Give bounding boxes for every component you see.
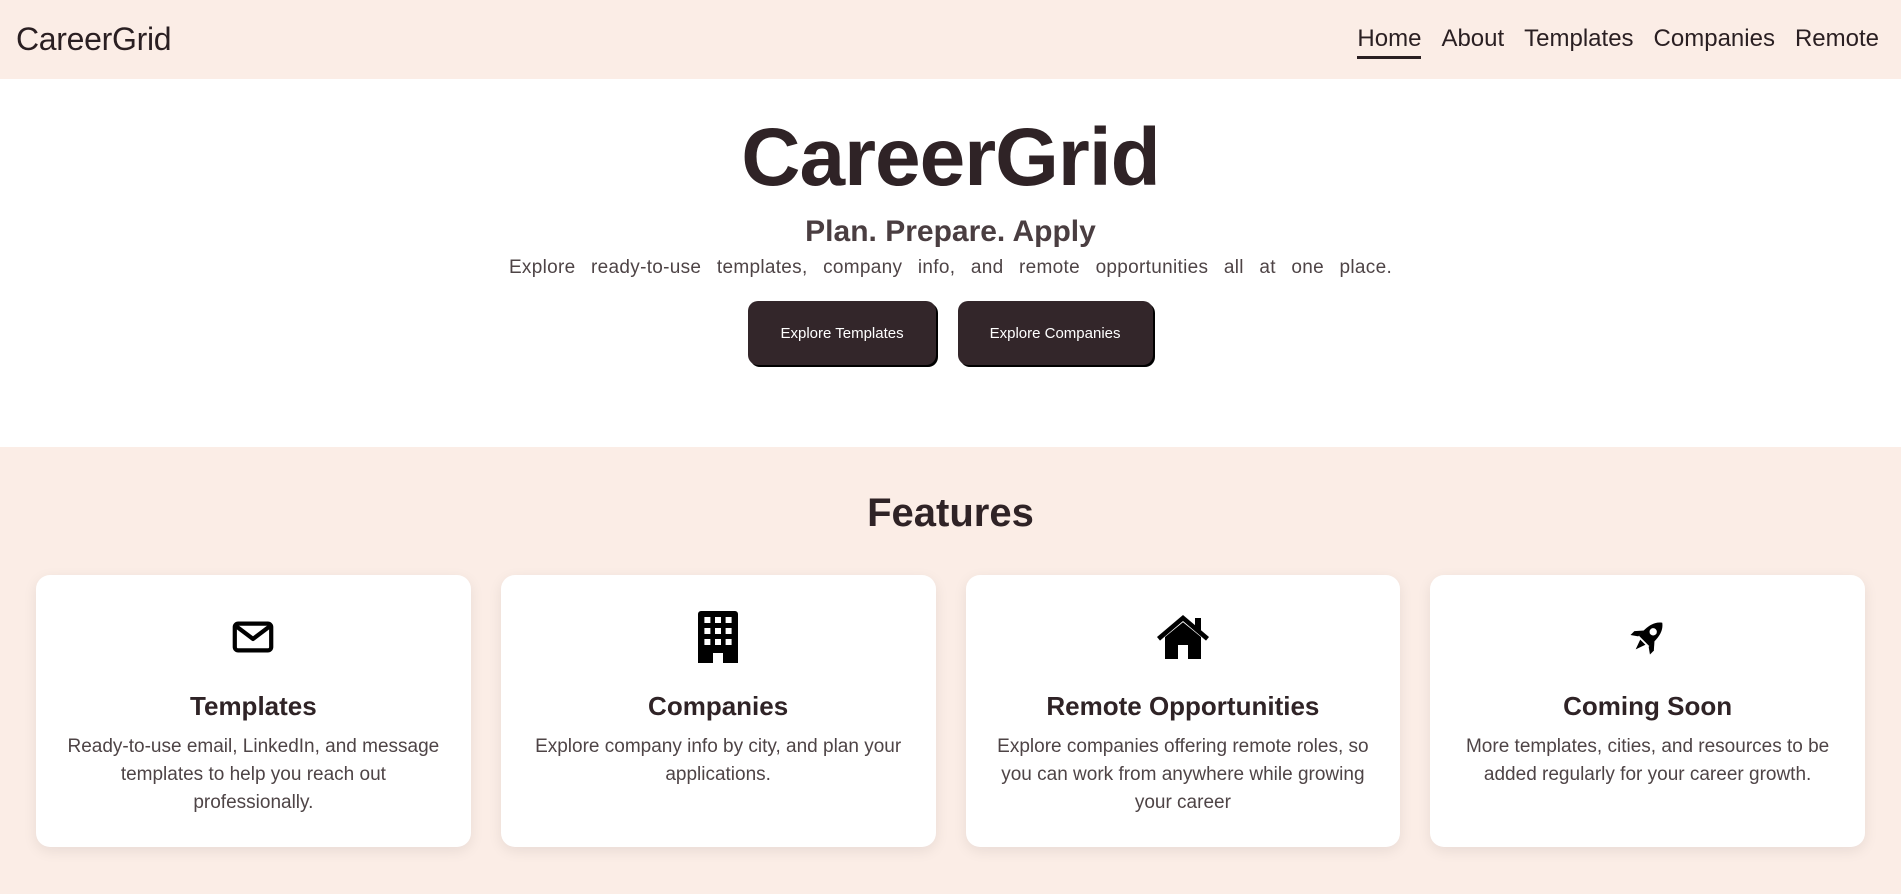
nav-link-remote[interactable]: Remote	[1795, 21, 1879, 59]
feature-card-companies: Companies Explore company info by city, …	[500, 575, 936, 847]
hero-title: CareerGrid	[741, 112, 1160, 203]
rocket-icon	[1620, 609, 1676, 665]
hero-section: CareerGrid Plan. Prepare. Apply Explore …	[0, 79, 1901, 447]
feature-card-title: Coming Soon	[1563, 691, 1733, 721]
feature-card-title: Remote Opportunities	[1046, 691, 1320, 721]
feature-card-remote: Remote Opportunities Explore companies o…	[965, 575, 1401, 847]
brand-logo[interactable]: CareerGrid	[16, 21, 172, 58]
nav-link-companies[interactable]: Companies	[1654, 21, 1775, 59]
feature-card-title: Companies	[648, 691, 789, 721]
feature-card-coming-soon: Coming Soon More templates, cities, and …	[1430, 575, 1865, 847]
hero-description: Explore ready-to-use templates, company …	[508, 257, 1393, 278]
nav-link-templates[interactable]: Templates	[1524, 21, 1633, 59]
feature-card-templates: Templates Ready-to-use email, LinkedIn, …	[36, 575, 471, 847]
feature-cards: Templates Ready-to-use email, LinkedIn, …	[0, 575, 1901, 847]
nav-links: Home About Templates Companies Remote	[1357, 21, 1879, 59]
features-section: Features Templates Ready-to-use email, L…	[0, 447, 1901, 894]
building-icon	[690, 609, 746, 665]
feature-card-description: More templates, cities, and resources to…	[1465, 736, 1830, 785]
explore-templates-button[interactable]: Explore Templates	[748, 301, 936, 365]
navbar: CareerGrid Home About Templates Companie…	[0, 0, 1901, 79]
feature-card-description: Ready-to-use email, LinkedIn, and messag…	[67, 736, 440, 813]
hero-tagline: Plan. Prepare. Apply	[805, 215, 1096, 248]
envelope-icon	[225, 609, 281, 665]
feature-card-description: Explore company info by city, and plan y…	[535, 736, 902, 785]
explore-companies-button[interactable]: Explore Companies	[957, 301, 1153, 365]
house-icon	[1155, 609, 1211, 665]
feature-card-title: Templates	[190, 691, 317, 721]
nav-link-home[interactable]: Home	[1357, 21, 1422, 59]
feature-card-description: Explore companies offering remote roles,…	[997, 736, 1369, 813]
hero-buttons: Explore Templates Explore Companies	[748, 301, 1153, 365]
nav-link-about[interactable]: About	[1441, 21, 1504, 59]
features-title: Features	[867, 491, 1034, 535]
